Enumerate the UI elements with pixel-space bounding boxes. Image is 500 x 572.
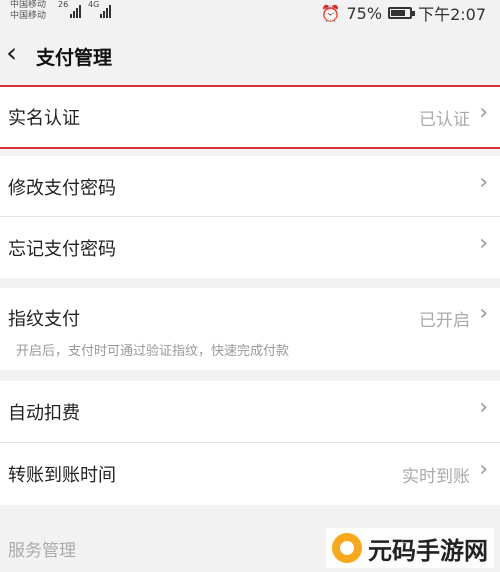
- chevron-right-icon: ›: [479, 231, 488, 256]
- signal-icon: [70, 4, 84, 18]
- row-transfer-time[interactable]: 转账到账时间 实时到账 ›: [0, 443, 500, 505]
- row-label: 修改支付密码: [8, 178, 116, 199]
- row-label: 忘记支付密码: [8, 239, 116, 260]
- carrier-1: 中国移动: [10, 0, 47, 10]
- alarm-icon: ⏰: [320, 3, 341, 23]
- watermark: 元码手游网: [326, 528, 494, 568]
- battery-fill: [391, 10, 405, 16]
- row-value: 已开启: [419, 311, 470, 331]
- row-auto-debit[interactable]: 自动扣费 ›: [0, 381, 500, 443]
- group-password: 修改支付密码 › 忘记支付密码 ›: [0, 156, 500, 278]
- network-type-1: 26: [58, 0, 69, 9]
- battery-icon: [388, 7, 416, 19]
- row-hint: 开启后，支付时可通过验证指纹，快速完成付款: [16, 344, 290, 359]
- group-real-name: 实名认证 已认证 ›: [0, 85, 500, 149]
- row-real-name[interactable]: 实名认证 已认证 ›: [0, 85, 500, 149]
- navbar: ‹ 支付管理: [0, 26, 500, 84]
- page-title: 支付管理: [36, 47, 113, 69]
- watermark-text: 元码手游网: [368, 536, 488, 565]
- chevron-right-icon: ›: [479, 100, 488, 125]
- section-title-service: 服务管理: [8, 541, 76, 561]
- group-debit: 自动扣费 › 转账到账时间 实时到账 ›: [0, 381, 500, 505]
- signal-icon-2: [100, 4, 114, 18]
- status-bar: 中国移动 中国移动 26 4G ⏰ 75% 下午2:07: [0, 0, 500, 26]
- network-type-2: 4G: [88, 0, 100, 9]
- carrier-2: 中国移动: [10, 11, 47, 21]
- chevron-left-icon[interactable]: ‹: [6, 38, 17, 68]
- row-fingerprint-pay[interactable]: 指纹支付 已开启 › 开启后，支付时可通过验证指纹，快速完成付款: [0, 288, 500, 370]
- chevron-right-icon: ›: [479, 301, 488, 326]
- row-label: 实名认证: [8, 108, 80, 129]
- row-label: 自动扣费: [8, 403, 80, 424]
- row-change-password[interactable]: 修改支付密码 ›: [0, 156, 500, 217]
- row-value: 已认证: [419, 110, 470, 130]
- watermark-logo-icon: [332, 533, 362, 563]
- row-label: 转账到账时间: [8, 465, 116, 486]
- chevron-right-icon: ›: [479, 170, 488, 195]
- row-label: 指纹支付: [8, 309, 80, 330]
- row-forgot-password[interactable]: 忘记支付密码 ›: [0, 217, 500, 278]
- chevron-right-icon: ›: [479, 395, 488, 420]
- clock: 下午2:07: [418, 5, 486, 24]
- chevron-right-icon: ›: [479, 457, 488, 482]
- row-value: 实时到账: [402, 467, 470, 487]
- group-fingerprint: 指纹支付 已开启 › 开启后，支付时可通过验证指纹，快速完成付款: [0, 288, 500, 370]
- status-right: ⏰ 75% 下午2:07: [321, 1, 486, 25]
- battery-text: 75%: [346, 3, 383, 23]
- carrier-names: 中国移动 中国移动: [10, 0, 46, 22]
